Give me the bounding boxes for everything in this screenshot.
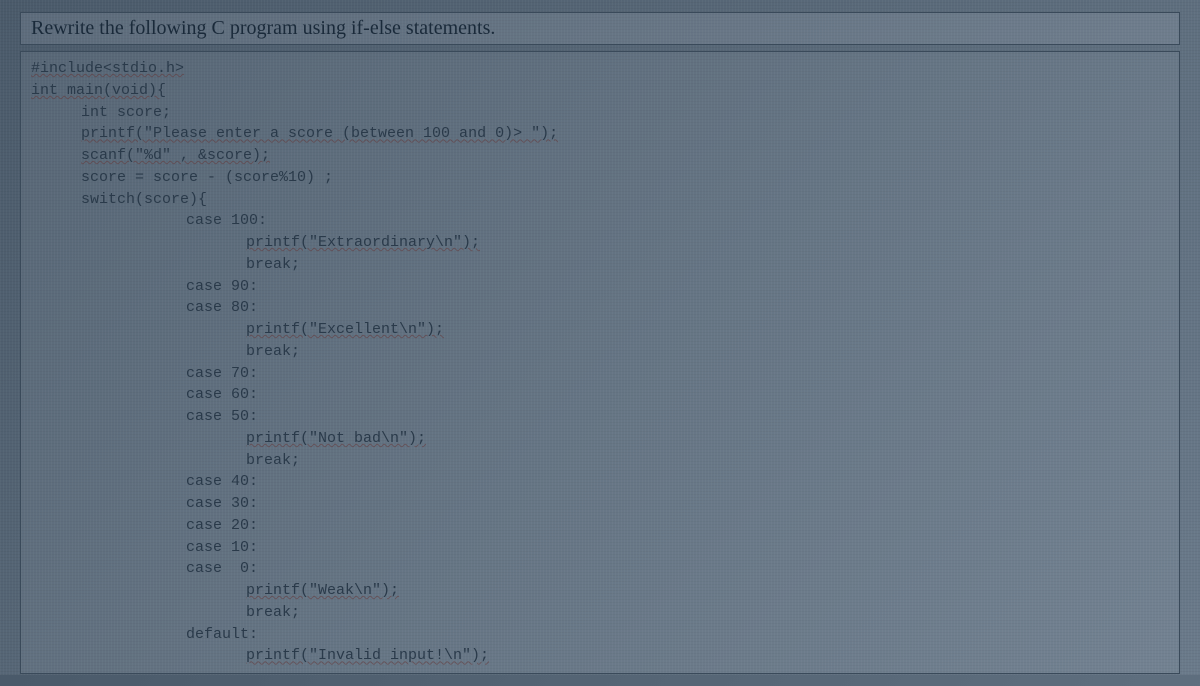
code-line-case90: case 90: [31, 276, 1169, 298]
code-line-case80: case 80: [31, 297, 1169, 319]
code-line-printf-notbad: printf("Not bad\n"); [31, 428, 1169, 450]
code-line-switch: switch(score){ [31, 189, 1169, 211]
code-line-break4: break; [31, 602, 1169, 624]
code-line-break3: break; [31, 450, 1169, 472]
code-line-case0: case 0: [31, 558, 1169, 580]
code-line-case50: case 50: [31, 406, 1169, 428]
document-page: Rewrite the following C program using if… [0, 0, 1200, 686]
code-line-case30: case 30: [31, 493, 1169, 515]
code-line-break1: break; [31, 254, 1169, 276]
question-prompt-box: Rewrite the following C program using if… [20, 12, 1180, 45]
code-line-printf-weak: printf("Weak\n"); [31, 580, 1169, 602]
code-line-case60: case 60: [31, 384, 1169, 406]
code-line-main: int main(void){ [31, 80, 1169, 102]
code-line-score-calc: score = score - (score%10) ; [31, 167, 1169, 189]
code-line-scanf: scanf("%d" , &score); [31, 145, 1169, 167]
question-prompt: Rewrite the following C program using if… [31, 17, 495, 39]
code-line-printf-exc: printf("Excellent\n"); [31, 319, 1169, 341]
code-line-case70: case 70: [31, 363, 1169, 385]
code-line-printf-invalid: printf("Invalid input!\n"); [31, 645, 1169, 667]
code-line-break2: break; [31, 341, 1169, 363]
code-line-include: #include<stdio.h> [31, 58, 1169, 80]
code-line-printf-extra: printf("Extraordinary\n"); [31, 232, 1169, 254]
code-line-default: default: [31, 624, 1169, 646]
code-line-case40: case 40: [31, 471, 1169, 493]
code-line-case10: case 10: [31, 537, 1169, 559]
code-line-case100: case 100: [31, 210, 1169, 232]
code-line-printf-prompt: printf("Please enter a score (between 10… [31, 123, 1169, 145]
code-line-case20: case 20: [31, 515, 1169, 537]
code-listing: #include<stdio.h> int main(void){ int sc… [20, 51, 1180, 674]
code-line-decl: int score; [31, 102, 1169, 124]
